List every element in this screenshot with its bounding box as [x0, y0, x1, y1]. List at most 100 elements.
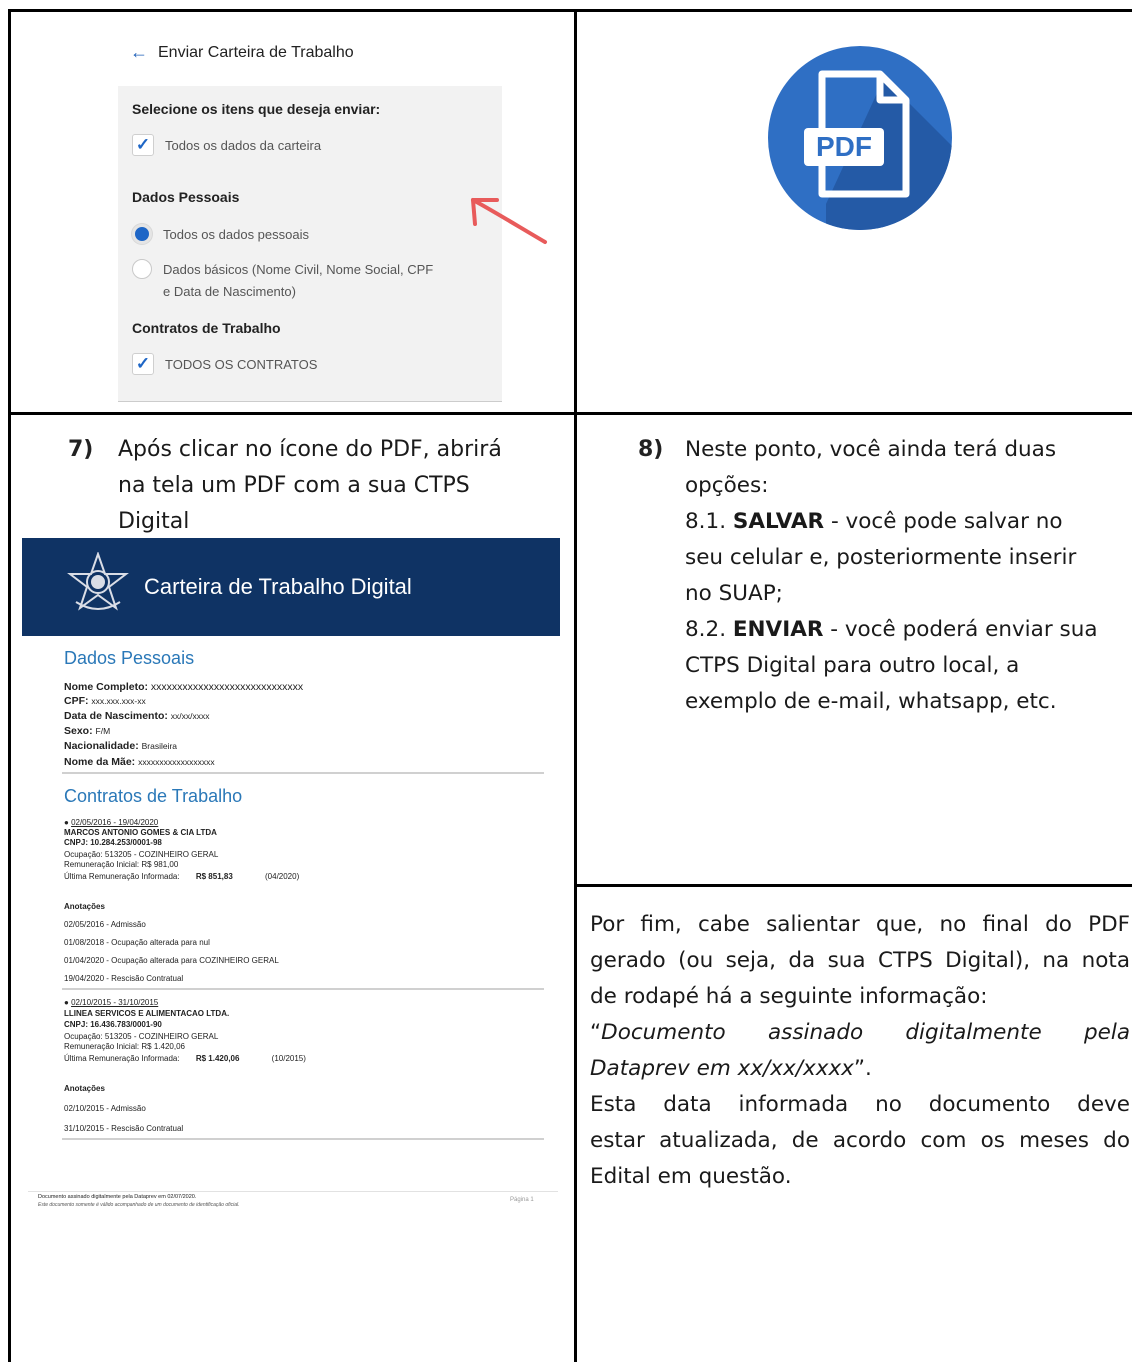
- contract2-note2: 31/10/2015 - Rescisão Contratual: [64, 1124, 184, 1133]
- app-header-title: Enviar Carteira de Trabalho: [158, 43, 354, 61]
- save-text: - você pode salvar no: [824, 509, 1063, 534]
- contract1-occupation: Ocupação: 513205 - COZINHEIRO GERAL: [64, 850, 219, 859]
- quote-close: ”.: [853, 1056, 872, 1081]
- contract1-last-pay-label: Última Remuneração Informada:: [64, 872, 180, 881]
- step8-save-line3: no SUAP;: [685, 581, 783, 606]
- final-line3: de rodapé há a seguinte informação:: [590, 984, 988, 1009]
- contract1-notes-label: Anotações: [64, 902, 105, 911]
- contract1-note1: 02/05/2016 - Admissão: [64, 920, 146, 929]
- all-contracts-label: TODOS OS CONTRATOS: [165, 356, 318, 372]
- final-line7: estar atualizada, de acordo com os meses…: [590, 1128, 1130, 1153]
- step8-number: 8): [638, 437, 664, 462]
- quote-open: “: [590, 1020, 602, 1045]
- cpf-label: CPF:: [64, 695, 89, 707]
- contracts-heading: Contratos de Trabalho: [64, 786, 243, 806]
- doc-footer-line2: Este documento somente é válido acompanh…: [38, 1202, 240, 1208]
- step8-line2: opções:: [685, 473, 769, 498]
- table-left-border: [8, 9, 11, 1362]
- final-line1: Por fim, cabe salientar que, no final do…: [590, 912, 1130, 937]
- mother-label: Nome da Mãe:: [64, 756, 136, 768]
- nationality-value: Brasileira: [141, 741, 178, 751]
- quote-italic-1: Documento assinado digitalmente pela: [601, 1020, 1130, 1045]
- final-line8: Edital em questão.: [590, 1164, 792, 1189]
- panel-divider: [118, 401, 502, 402]
- contracts-title: Contratos de Trabalho: [132, 320, 281, 336]
- contract1-period: 02/05/2016 - 19/04/2020: [71, 818, 159, 827]
- radio-selected-icon[interactable]: [132, 224, 152, 244]
- sex-label: Sexo:: [64, 725, 93, 737]
- contract2-period: 02/10/2015 - 31/10/2015: [71, 998, 159, 1007]
- doc-separator: [62, 772, 544, 774]
- doc-separator: [62, 988, 544, 990]
- contract2-notes-label: Anotações: [64, 1084, 105, 1093]
- radio-unselected-icon[interactable]: [132, 259, 152, 279]
- back-arrow-icon[interactable]: ←: [130, 42, 148, 63]
- mother-value: xxxxxxxxxxxxxxxxxx: [138, 757, 215, 767]
- sex-value: F/M: [95, 726, 111, 736]
- step8-send-line: 8.2. ENVIAR - você poderá enviar sua: [685, 612, 1130, 648]
- cpf-value: xxx.xxx.xxx-xx: [91, 696, 146, 706]
- step7-line3: Digital: [118, 509, 190, 534]
- personal-data-title: Dados Pessoais: [132, 189, 240, 205]
- table-column-divider: [574, 9, 577, 1362]
- final-line2: gerado (ou seja, da sua CTPS Digital), n…: [590, 948, 1130, 973]
- all-personal-radio-row[interactable]: Todos os dados pessoais: [132, 224, 309, 244]
- contract2-last-pay-value: R$ 1.420,06: [195, 1054, 240, 1063]
- name-label: Nome Completo:: [64, 681, 148, 693]
- step7-text: Após clicar no ícone do PDF, abrirá na t…: [118, 432, 558, 540]
- personal-data-heading: Dados Pessoais: [64, 648, 195, 668]
- doc-page-label: Página 1: [510, 1197, 534, 1203]
- basic-data-label-line1: Dados básicos (Nome Civil, Nome Social, …: [163, 262, 434, 277]
- table-row-divider-right: [576, 884, 1132, 887]
- quote-italic-2: Dataprev em xx/xx/xxxx: [590, 1056, 854, 1081]
- app-screenshot: ← Enviar Carteira de Trabalho Selecione …: [118, 30, 547, 402]
- contract1-company: MARCOS ANTONIO GOMES & CIA LTDA: [64, 828, 217, 837]
- final-line6: Esta data informada no documento deve: [590, 1092, 1130, 1117]
- contract1-cnpj: CNPJ: 10.284.253/0001-98: [64, 838, 162, 847]
- ctps-banner-title: Carteira de Trabalho Digital: [144, 574, 412, 599]
- all-wallet-label: Todos os dados da carteira: [165, 137, 322, 153]
- ctps-banner: Carteira de Trabalho Digital: [22, 538, 560, 636]
- contract2-cnpj: CNPJ: 16.436.783/0001-90: [64, 1020, 162, 1029]
- step8-send-line3: exemplo de e-mail, whatsapp, etc.: [685, 689, 1057, 714]
- contract2-occupation: Ocupação: 513205 - COZINHEIRO GERAL: [64, 1032, 219, 1041]
- app-header: ← Enviar Carteira de Trabalho: [130, 42, 354, 63]
- step7-line1: Após clicar no ícone do PDF, abrirá: [118, 437, 502, 462]
- contract2-last-pay-label: Última Remuneração Informada:: [64, 1054, 180, 1063]
- step8-send-line2: CTPS Digital para outro local, a: [685, 653, 1020, 678]
- send-label: ENVIAR: [732, 617, 824, 642]
- selection-panel: Selecione os itens que deseja enviar: ✓ …: [118, 86, 502, 402]
- checkmark-icon[interactable]: ✓: [132, 353, 154, 375]
- step8-line1: Neste ponto, você ainda terá duas: [685, 437, 1057, 462]
- select-items-title: Selecione os itens que deseja enviar:: [132, 101, 381, 117]
- contract1-note2: 01/08/2018 - Ocupação alterada para nul: [64, 938, 210, 947]
- name-value: xxxxxxxxxxxxxxxxxxxxxxxxxxxxx: [150, 681, 304, 693]
- table-top-border: [8, 9, 1132, 12]
- final-note: Por fim, cabe salientar que, no final do…: [590, 907, 1130, 1195]
- pdf-icon-label: PDF: [816, 131, 872, 162]
- step8-save-line: 8.1. SALVAR - você pode salvar no: [685, 504, 1130, 540]
- contract1-note4: 19/04/2020 - Rescisão Contratual: [64, 974, 184, 983]
- red-arrow-annotation-icon: [471, 198, 547, 244]
- contract1-last-pay-date: (04/2020): [265, 872, 300, 881]
- all-wallet-checkbox-row[interactable]: ✓ Todos os dados da carteira: [132, 134, 321, 156]
- contract2-initial-pay: Remuneração Inicial: R$ 1.420,06: [64, 1042, 185, 1051]
- contract1-initial-pay: Remuneração Inicial: R$ 981,00: [64, 860, 179, 869]
- basic-data-radio-row[interactable]: Dados básicos (Nome Civil, Nome Social, …: [132, 259, 433, 303]
- all-contracts-checkbox-row[interactable]: ✓ TODOS OS CONTRATOS: [132, 353, 317, 375]
- doc-footer-line1: Documento assinado digitalmente pela Dat…: [38, 1194, 197, 1200]
- send-text: - você poderá enviar sua: [823, 617, 1098, 642]
- checkmark-icon[interactable]: ✓: [132, 134, 154, 156]
- save-label: SALVAR: [732, 509, 825, 534]
- contract1-note3: 01/04/2020 - Ocupação alterada para COZI…: [64, 956, 279, 965]
- step7-line2: na tela um PDF com a sua CTPS: [118, 473, 470, 498]
- basic-data-label-line2: e Data de Nascimento): [163, 284, 296, 299]
- pdf-file-icon[interactable]: PDF: [766, 44, 954, 232]
- contract1-last-pay-value: R$ 851,83: [195, 872, 233, 881]
- step8-text: Neste ponto, você ainda terá duas opções…: [685, 432, 1130, 720]
- send-number: 8.2.: [685, 617, 733, 642]
- contract2-note1: 02/10/2015 - Admissão: [64, 1104, 146, 1113]
- step7-number: 7): [68, 437, 94, 462]
- coat-of-arms-icon: [67, 552, 129, 611]
- contract2-last-pay-date: (10/2015): [271, 1054, 306, 1063]
